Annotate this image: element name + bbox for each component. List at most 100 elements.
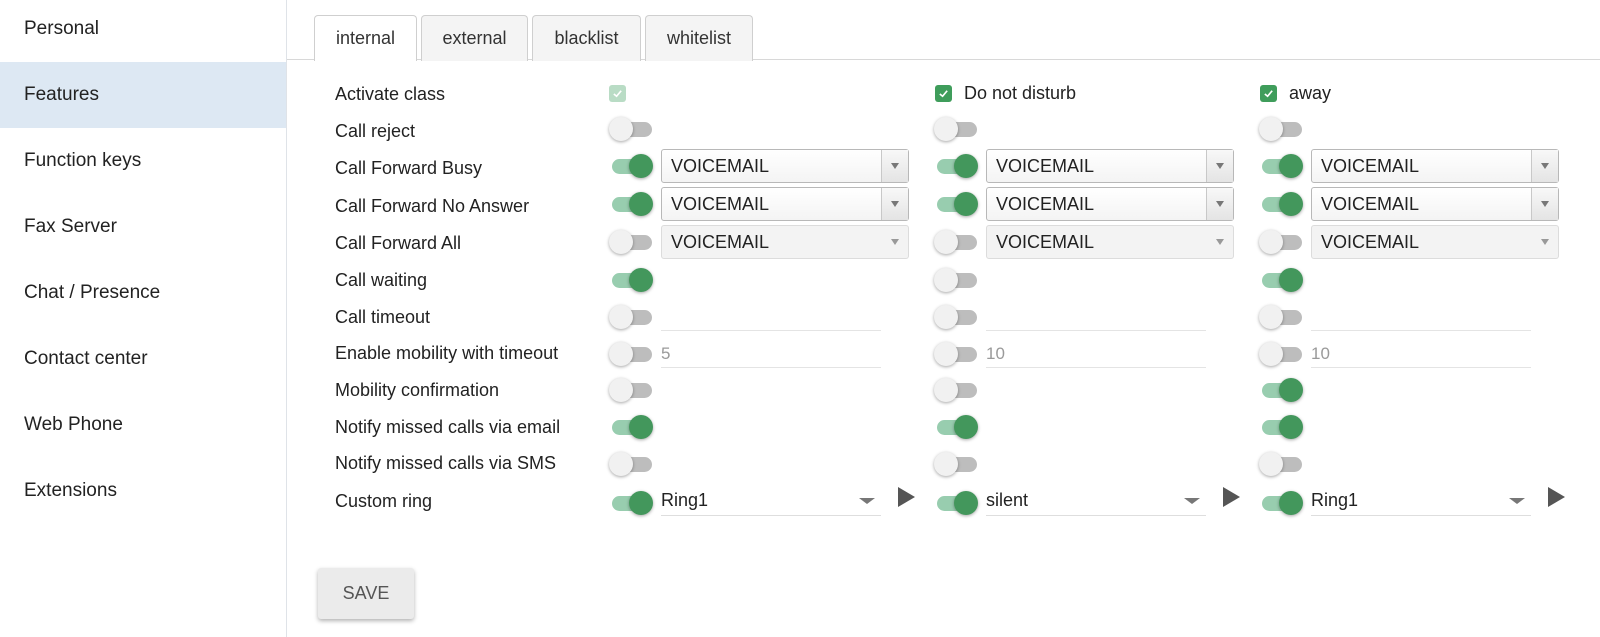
toggle-notify-sms[interactable] <box>934 450 978 476</box>
toggle-knob <box>934 378 958 402</box>
toggle-notify-sms[interactable] <box>1259 450 1303 476</box>
toggle-cf-no-answer[interactable] <box>1259 190 1303 216</box>
sidebar-item-label: Features <box>24 84 99 105</box>
forward-target-select[interactable]: VOICEMAIL <box>1311 149 1559 183</box>
sidebar-item-features[interactable]: Features <box>0 62 286 128</box>
toggle-knob <box>1279 491 1303 515</box>
toggle-cf-busy[interactable] <box>934 152 978 178</box>
toggle-mobility-confirmation[interactable] <box>934 376 978 402</box>
ring-value: Ring1 <box>1311 490 1359 510</box>
toggle-call-waiting[interactable] <box>609 266 653 292</box>
save-button[interactable]: SAVE <box>318 568 414 619</box>
toggle-mobility-timeout[interactable] <box>1259 340 1303 366</box>
checkmark-icon <box>1263 88 1274 99</box>
forward-target-select[interactable]: VOICEMAIL <box>661 149 909 183</box>
select-value: VOICEMAIL <box>1321 231 1420 252</box>
mobility-timeout-input[interactable] <box>661 340 881 368</box>
ring-select[interactable]: Ring1 <box>1311 486 1531 516</box>
ring-select[interactable]: silent <box>986 486 1206 516</box>
toggle-knob <box>954 491 978 515</box>
play-icon[interactable] <box>898 487 915 507</box>
toggle-knob <box>1259 452 1283 476</box>
toggle-call-reject[interactable] <box>609 115 653 141</box>
toggle-knob <box>609 117 633 141</box>
label-cf-all: Call Forward All <box>335 233 462 253</box>
ring-select[interactable]: Ring1 <box>661 486 881 516</box>
dropdown-arrow-icon <box>881 226 908 258</box>
dropdown-arrow-icon <box>1206 226 1233 258</box>
select-value: VOICEMAIL <box>1321 155 1420 176</box>
toggle-custom-ring[interactable] <box>934 489 978 515</box>
toggle-cf-busy[interactable] <box>609 152 653 178</box>
forward-target-select[interactable]: VOICEMAIL <box>986 187 1234 221</box>
forward-target-select: VOICEMAIL <box>661 225 909 259</box>
mobility-timeout-input[interactable] <box>986 340 1206 368</box>
tab-whitelist[interactable]: whitelist <box>645 15 753 61</box>
toggle-knob <box>1279 415 1303 439</box>
sidebar-item-chat-presence[interactable]: Chat / Presence <box>0 260 286 326</box>
toggle-call-timeout[interactable] <box>934 303 978 329</box>
toggle-notify-email[interactable] <box>1259 413 1303 439</box>
forward-target-select[interactable]: VOICEMAIL <box>986 149 1234 183</box>
toggle-mobility-timeout[interactable] <box>934 340 978 366</box>
toggle-cf-busy[interactable] <box>1259 152 1303 178</box>
toggle-mobility-timeout[interactable] <box>609 340 653 366</box>
activate-class-checkbox[interactable] <box>935 85 952 102</box>
toggle-knob <box>609 230 633 254</box>
tab-internal[interactable]: internal <box>314 15 417 61</box>
dropdown-arrow-icon <box>1531 226 1558 258</box>
toggle-call-timeout[interactable] <box>1259 303 1303 329</box>
mobility-timeout-input[interactable] <box>1311 340 1531 368</box>
play-icon[interactable] <box>1548 487 1565 507</box>
dropdown-arrow-icon <box>1206 150 1233 182</box>
tab-bar: internal external blacklist whitelist <box>287 0 1600 61</box>
toggle-knob <box>609 342 633 366</box>
sidebar-item-label: Personal <box>24 18 99 39</box>
sidebar-item-personal[interactable]: Personal <box>0 0 286 62</box>
toggle-call-waiting[interactable] <box>1259 266 1303 292</box>
sidebar-item-function-keys[interactable]: Function keys <box>0 128 286 194</box>
toggle-call-waiting[interactable] <box>934 266 978 292</box>
tab-label: internal <box>335 28 396 48</box>
call-timeout-input[interactable] <box>661 303 881 331</box>
select-value: VOICEMAIL <box>996 155 1095 176</box>
toggle-notify-email[interactable] <box>609 413 653 439</box>
toggle-knob <box>1259 305 1283 329</box>
toggle-cf-no-answer[interactable] <box>934 190 978 216</box>
tab-external[interactable]: external <box>421 15 528 61</box>
sidebar-item-contact-center[interactable]: Contact center <box>0 326 286 392</box>
toggle-notify-sms[interactable] <box>609 450 653 476</box>
label-cf-no-answer: Call Forward No Answer <box>335 196 530 216</box>
select-value: VOICEMAIL <box>1321 193 1420 214</box>
activate-class-checkbox[interactable] <box>1260 85 1277 102</box>
toggle-mobility-confirmation[interactable] <box>1259 376 1303 402</box>
toggle-cf-all[interactable] <box>934 228 978 254</box>
toggle-mobility-confirmation[interactable] <box>609 376 653 402</box>
sidebar-item-web-phone[interactable]: Web Phone <box>0 392 286 458</box>
call-timeout-input[interactable] <box>1311 303 1531 331</box>
toggle-custom-ring[interactable] <box>609 489 653 515</box>
label-notify-sms: Notify missed calls via SMS <box>335 453 557 473</box>
forward-target-select[interactable]: VOICEMAIL <box>1311 187 1559 221</box>
ring-value: silent <box>986 490 1029 510</box>
forward-target-select[interactable]: VOICEMAIL <box>661 187 909 221</box>
toggle-notify-email[interactable] <box>934 413 978 439</box>
toggle-cf-all[interactable] <box>1259 228 1303 254</box>
call-timeout-input[interactable] <box>986 303 1206 331</box>
sidebar-item-extensions[interactable]: Extensions <box>0 458 286 524</box>
toggle-cf-all[interactable] <box>609 228 653 254</box>
label-custom-ring: Custom ring <box>335 491 433 511</box>
toggle-knob <box>629 268 653 292</box>
toggle-knob <box>1259 342 1283 366</box>
toggle-call-reject[interactable] <box>934 115 978 141</box>
label-call-reject: Call reject <box>335 121 416 141</box>
sidebar-item-fax-server[interactable]: Fax Server <box>0 194 286 260</box>
tab-blacklist[interactable]: blacklist <box>532 15 641 61</box>
toggle-cf-no-answer[interactable] <box>609 190 653 216</box>
toggle-call-reject[interactable] <box>1259 115 1303 141</box>
toggle-custom-ring[interactable] <box>1259 489 1303 515</box>
toggle-call-timeout[interactable] <box>609 303 653 329</box>
select-value: VOICEMAIL <box>671 193 770 214</box>
dropdown-arrow-icon <box>1531 188 1558 220</box>
play-icon[interactable] <box>1223 487 1240 507</box>
